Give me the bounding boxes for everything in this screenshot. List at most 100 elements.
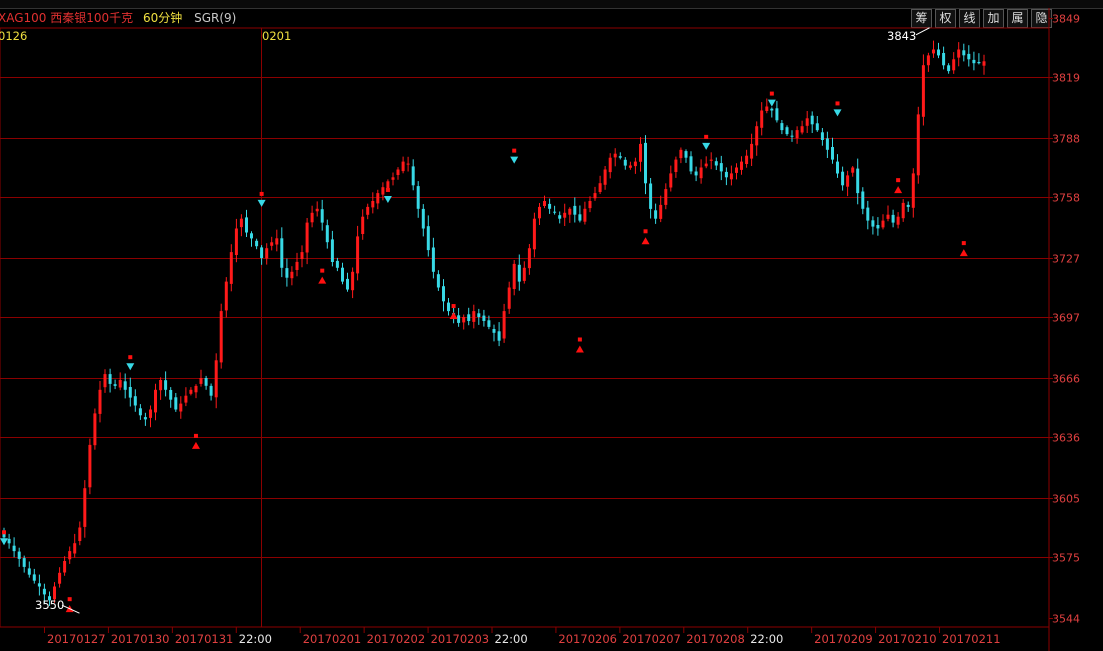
candle-body	[381, 187, 385, 195]
candle-body	[729, 173, 733, 180]
candle-body	[603, 169, 607, 185]
sell-arrow	[0, 538, 8, 546]
sell-arrow	[383, 195, 392, 203]
y-tick-label: 3758	[1052, 192, 1080, 205]
candle-body	[952, 59, 956, 71]
candle-body	[805, 118, 809, 126]
sell-dot	[704, 134, 709, 139]
candle-body	[482, 315, 486, 321]
candle-body	[735, 167, 738, 173]
candle-body	[462, 317, 466, 323]
candle-body	[118, 380, 122, 388]
buy-arrow	[575, 345, 584, 353]
buy-arrow	[318, 276, 327, 284]
candle-body	[947, 65, 951, 72]
buy-dot	[320, 268, 325, 273]
candle-body	[255, 240, 259, 247]
candle-body	[527, 248, 531, 269]
y-tick-label: 3575	[1052, 552, 1080, 565]
candle-body	[932, 49, 935, 54]
candle-body	[669, 173, 673, 188]
candle-body	[709, 159, 713, 161]
candle-body	[861, 191, 865, 209]
candle-body	[133, 396, 137, 406]
candle-body	[164, 380, 168, 390]
buy-dot	[451, 304, 456, 309]
x-tick-label: 20170209	[814, 632, 873, 646]
sell-arrow	[126, 363, 135, 371]
buy-dot	[896, 178, 901, 183]
candle-body	[689, 156, 693, 172]
candle-body	[578, 214, 582, 221]
candle-body	[664, 189, 668, 205]
candlestick-chart[interactable]: 3849 3819 3788 3758 3727 3697 3666 3636 3605 3575…	[0, 0, 1103, 651]
candle-body	[98, 389, 102, 414]
candle-body	[775, 108, 779, 121]
candle-body	[219, 311, 223, 363]
x-tick-label: 20170210	[878, 632, 937, 646]
candle-body	[795, 130, 799, 139]
sell-arrow	[510, 156, 519, 164]
candle-body	[406, 163, 410, 165]
candle-body	[149, 409, 152, 418]
candle-body	[58, 572, 62, 584]
candle-body	[442, 286, 445, 302]
candle-body	[229, 252, 233, 284]
candle-body	[588, 201, 592, 209]
candle-body	[138, 408, 142, 416]
candle-body	[831, 147, 834, 160]
candle-body	[841, 171, 845, 186]
sell-arrow	[833, 109, 842, 117]
x-tick-label: 22:00	[495, 632, 528, 646]
sell-arrow	[257, 199, 266, 207]
candle-body	[113, 384, 117, 386]
candle-body	[684, 151, 688, 158]
candle-body	[937, 49, 940, 56]
candle-body	[42, 588, 46, 595]
candle-body	[593, 193, 597, 199]
candle-body	[982, 61, 986, 66]
candle-body	[573, 205, 577, 215]
candle-body	[472, 311, 476, 322]
y-tick-label: 3849	[1052, 13, 1080, 26]
candle-body	[184, 395, 188, 403]
candle-body	[285, 268, 289, 278]
candle-body	[426, 226, 430, 251]
candle-body	[543, 201, 546, 206]
candle-body	[790, 135, 794, 137]
candle-body	[719, 163, 723, 172]
candle-body	[628, 165, 632, 168]
candle-body	[123, 381, 127, 390]
plot-frame	[0, 27, 1050, 628]
x-tick-label: 20170208	[686, 632, 745, 646]
buy-arrow	[641, 237, 650, 245]
candle-body	[396, 169, 400, 175]
candle-body	[780, 123, 784, 131]
candle-body	[371, 201, 375, 208]
candle-body	[12, 545, 16, 552]
candle-body	[633, 161, 637, 167]
candle-body	[295, 261, 299, 270]
buy-dot	[643, 229, 648, 234]
candle-body	[972, 59, 976, 64]
candle-body	[300, 252, 304, 259]
x-tick-label: 22:00	[239, 632, 272, 646]
sell-arrow	[702, 142, 711, 150]
candle-body	[553, 211, 557, 213]
candle-body	[623, 159, 627, 166]
candle-body	[467, 314, 471, 321]
buy-dot	[193, 433, 198, 438]
candle-body	[906, 204, 910, 207]
x-tick-label: 20170127	[47, 632, 106, 646]
sell-dot	[512, 148, 517, 153]
candle-body	[194, 385, 198, 393]
candle-body	[315, 208, 319, 212]
candle-body	[714, 161, 718, 166]
candle-body	[679, 149, 683, 159]
candle-body	[558, 215, 562, 219]
candle-body	[199, 378, 203, 384]
x-tick-label: 20170211	[942, 632, 1001, 646]
candle-body	[962, 50, 966, 56]
y-tick-label: 3697	[1052, 312, 1080, 325]
candle-body	[851, 167, 855, 173]
